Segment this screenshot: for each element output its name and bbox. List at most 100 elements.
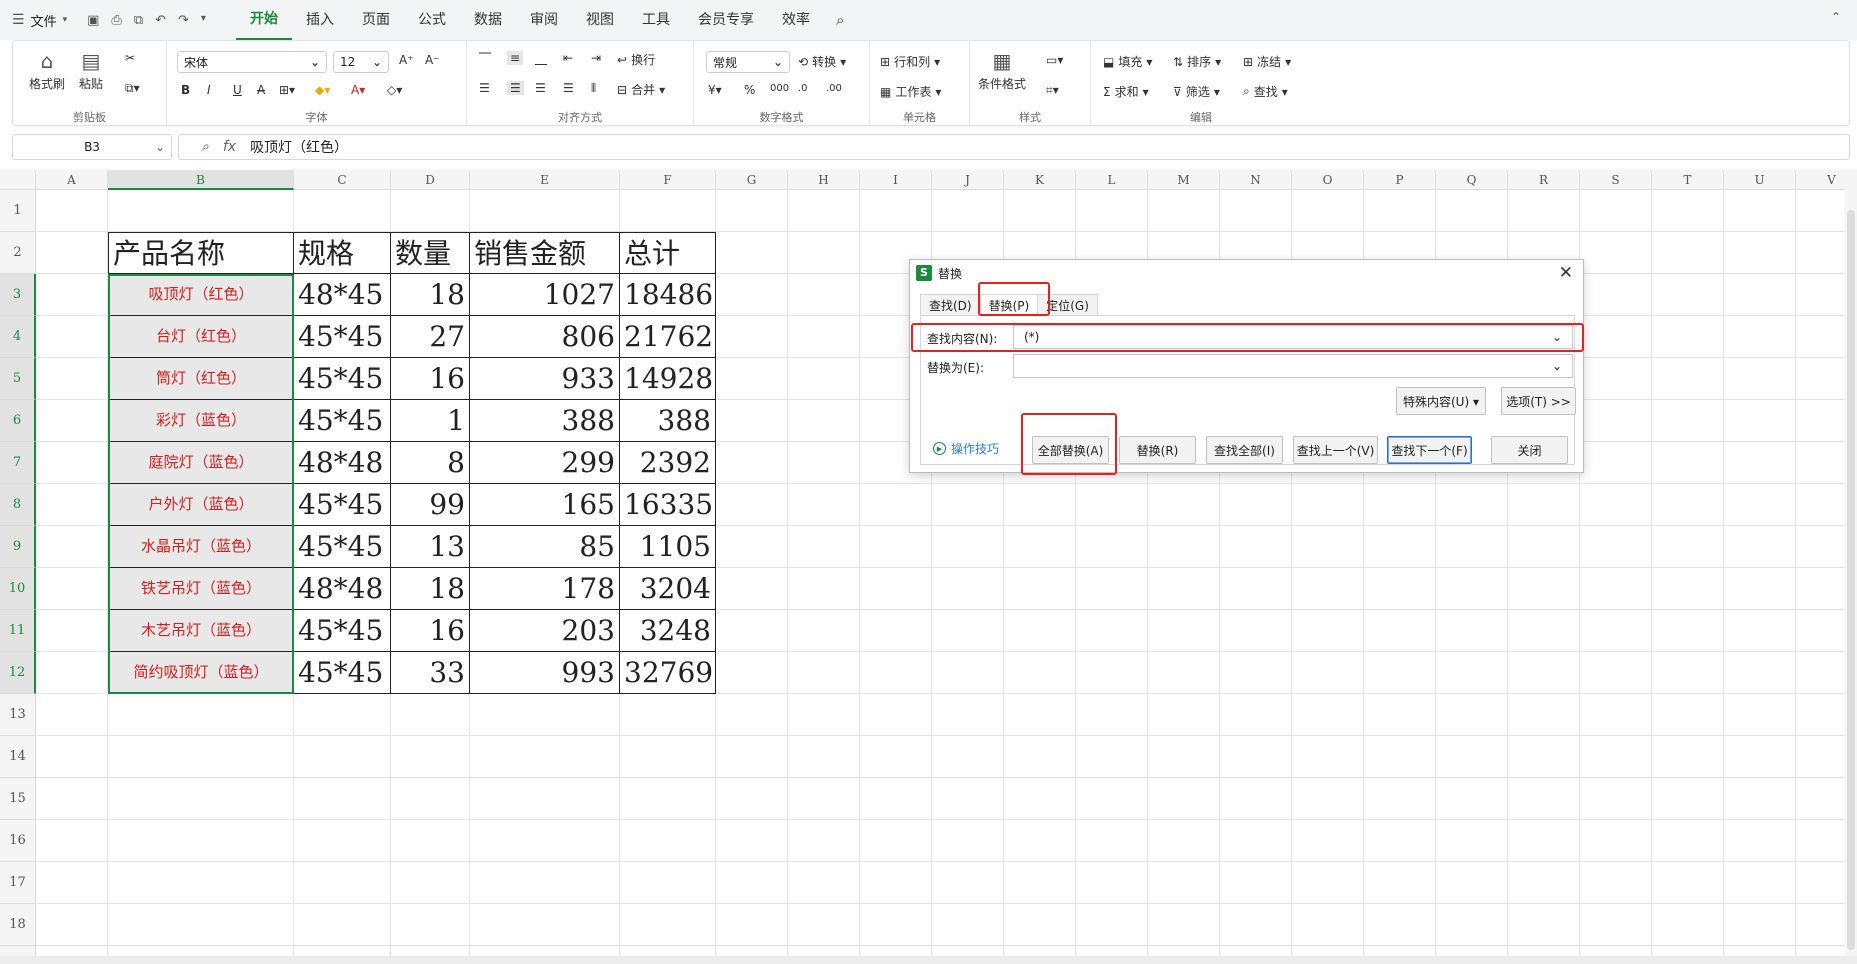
grid-cell[interactable] xyxy=(1436,778,1508,820)
grid-cell[interactable] xyxy=(1652,946,1724,956)
grid-cell[interactable] xyxy=(932,736,1004,778)
grid-cell[interactable] xyxy=(1220,904,1292,946)
grid-cell[interactable] xyxy=(1508,484,1580,526)
grid-cell[interactable] xyxy=(1004,694,1076,736)
grid-cell[interactable] xyxy=(1004,526,1076,568)
chevron-down-icon[interactable]: ⌄ xyxy=(1552,359,1562,373)
grid-cell[interactable] xyxy=(1652,736,1724,778)
column-header[interactable]: C xyxy=(294,170,391,190)
sheet-button[interactable]: ▦ 工作表 ▾ xyxy=(880,83,941,100)
row-header[interactable]: 17 xyxy=(0,862,36,904)
grid-cell[interactable] xyxy=(36,610,108,652)
table-cell[interactable]: 203 xyxy=(470,610,620,652)
column-header[interactable]: O xyxy=(1292,170,1364,190)
grid-cell[interactable] xyxy=(716,610,788,652)
grid-cell[interactable] xyxy=(788,820,860,862)
grid-cell[interactable] xyxy=(1364,190,1436,232)
grid-cell[interactable] xyxy=(1436,904,1508,946)
column-header[interactable]: N xyxy=(1220,170,1292,190)
grid-cell[interactable] xyxy=(36,694,108,736)
table-cell[interactable]: 18486 xyxy=(620,274,716,316)
grid-cell[interactable] xyxy=(1580,946,1652,956)
grid-cell[interactable] xyxy=(1652,568,1724,610)
special-content-button[interactable]: 特殊内容(U) ▾ xyxy=(1396,387,1486,415)
distribute-icon[interactable]: ⫴ xyxy=(591,81,596,96)
grid-cell[interactable] xyxy=(932,652,1004,694)
grid-cell[interactable] xyxy=(620,862,716,904)
grid-cell[interactable] xyxy=(1292,778,1364,820)
grid-cell[interactable] xyxy=(1076,862,1148,904)
row-header[interactable]: 13 xyxy=(0,694,36,736)
grid-cell[interactable] xyxy=(470,190,620,232)
table-cell[interactable]: 933 xyxy=(470,358,620,400)
grid-cell[interactable] xyxy=(860,820,932,862)
column-header[interactable]: Q xyxy=(1436,170,1508,190)
row-header[interactable]: 1 xyxy=(0,190,36,232)
grid-cell[interactable] xyxy=(108,820,294,862)
row-header[interactable]: 18 xyxy=(0,904,36,946)
grid-cell[interactable] xyxy=(1796,820,1845,862)
column-header[interactable]: T xyxy=(1652,170,1724,190)
select-all-corner[interactable] xyxy=(0,170,36,190)
align-bottom-icon[interactable]: ⎽ xyxy=(535,51,547,66)
grid-cell[interactable] xyxy=(36,736,108,778)
grid-cell[interactable] xyxy=(1436,526,1508,568)
grid-cell[interactable] xyxy=(1508,610,1580,652)
print-icon[interactable]: ⎙ xyxy=(111,13,121,28)
grid-cell[interactable] xyxy=(716,862,788,904)
grid-cell[interactable] xyxy=(1652,190,1724,232)
table-cell[interactable]: 48*45 xyxy=(294,274,391,316)
font-color-icon[interactable]: A▾ xyxy=(351,83,365,97)
table-cell[interactable]: 806 xyxy=(470,316,620,358)
table-cell[interactable]: 388 xyxy=(620,400,716,442)
column-header[interactable]: A xyxy=(36,170,108,190)
grid-cell[interactable] xyxy=(294,694,391,736)
grid-cell[interactable] xyxy=(1724,694,1796,736)
grid-cell[interactable] xyxy=(788,652,860,694)
table-cell[interactable]: 1027 xyxy=(470,274,620,316)
tab-data[interactable]: 数据 xyxy=(460,0,516,40)
product-name-cell[interactable]: 简约吸顶灯（蓝色） xyxy=(108,652,294,694)
grid-cell[interactable] xyxy=(1220,526,1292,568)
convert-button[interactable]: ⟲ 转换 ▾ xyxy=(798,53,846,70)
grid-cell[interactable] xyxy=(1580,862,1652,904)
grid-cell[interactable] xyxy=(1292,652,1364,694)
grid-cell[interactable] xyxy=(1580,316,1652,358)
grid-cell[interactable] xyxy=(716,820,788,862)
table-style-icon[interactable]: ⌗▾ xyxy=(1046,83,1059,98)
more-chevron-icon[interactable]: ▾ xyxy=(201,13,206,28)
column-header[interactable]: B xyxy=(108,170,294,190)
grid-cell[interactable] xyxy=(1796,442,1845,484)
grid-cell[interactable] xyxy=(1652,862,1724,904)
grid-cell[interactable] xyxy=(1724,904,1796,946)
grid-cell[interactable] xyxy=(1436,652,1508,694)
tab-replace[interactable]: 替换(P) xyxy=(979,294,1039,316)
grid-cell[interactable] xyxy=(1724,526,1796,568)
fill-button[interactable]: ⬓ 填充 ▾ xyxy=(1103,53,1152,70)
table-cell[interactable]: 99 xyxy=(391,484,470,526)
row-header[interactable]: 12 xyxy=(0,652,36,694)
grid-cell[interactable] xyxy=(1364,736,1436,778)
row-col-button[interactable]: ⊞ 行和列 ▾ xyxy=(880,53,940,70)
grid-cell[interactable] xyxy=(620,820,716,862)
grid-cell[interactable] xyxy=(1364,778,1436,820)
undo-icon[interactable]: ↶ xyxy=(155,13,166,28)
grid-cell[interactable] xyxy=(1076,190,1148,232)
grid-cell[interactable] xyxy=(1076,610,1148,652)
grid-cell[interactable] xyxy=(1796,400,1845,442)
grid-cell[interactable] xyxy=(391,862,470,904)
table-cell[interactable]: 45*45 xyxy=(294,316,391,358)
options-button[interactable]: 选项(T) >> xyxy=(1501,387,1576,415)
grid-cell[interactable] xyxy=(1652,820,1724,862)
underline-icon[interactable]: U xyxy=(233,83,242,97)
grid-cell[interactable] xyxy=(1724,652,1796,694)
table-header-cell[interactable]: 数量 xyxy=(391,232,470,274)
grid-cell[interactable] xyxy=(1292,694,1364,736)
find-button[interactable]: ⌕ 查找 ▾ xyxy=(1243,83,1288,100)
grid-cell[interactable] xyxy=(860,946,932,956)
grid-cell[interactable] xyxy=(1652,442,1724,484)
grid-cell[interactable] xyxy=(1364,652,1436,694)
grid-cell[interactable] xyxy=(1652,274,1724,316)
close-button[interactable]: 关闭 xyxy=(1491,436,1568,464)
grid-cell[interactable] xyxy=(788,904,860,946)
